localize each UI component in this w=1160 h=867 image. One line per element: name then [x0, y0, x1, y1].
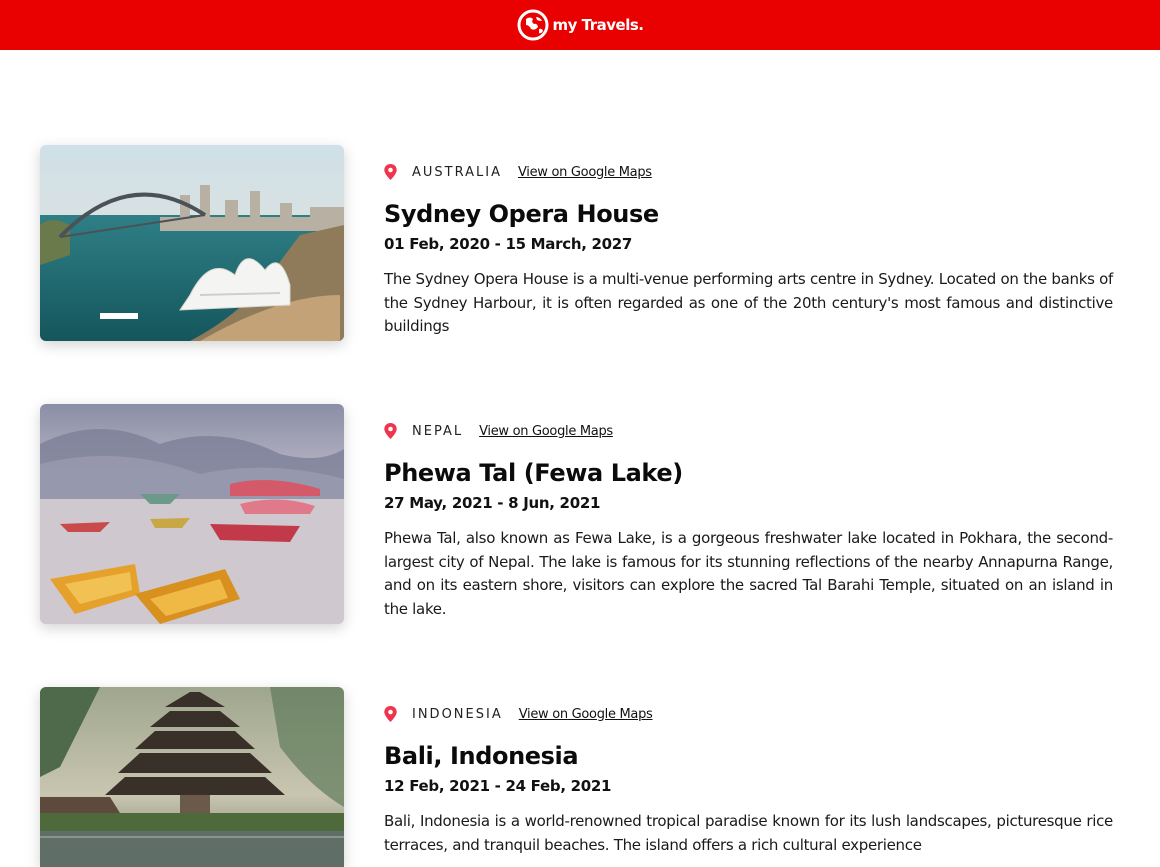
brand-name: my Travels.	[552, 16, 644, 34]
google-maps-link[interactable]: View on Google Maps	[519, 707, 653, 722]
google-maps-link[interactable]: View on Google Maps	[518, 165, 652, 180]
entry-info: NEPAL View on Google Maps Phewa Tal (Few…	[384, 421, 1113, 621]
top-header: my Travels.	[0, 0, 1160, 50]
travel-entry: NEPAL View on Google Maps Phewa Tal (Few…	[40, 404, 1120, 624]
entry-title: Phewa Tal (Fewa Lake)	[384, 459, 683, 487]
entry-description: Bali, Indonesia is a world-renowned trop…	[384, 812, 1113, 854]
entry-info: AUSTRALIA View on Google Maps Sydney Ope…	[384, 162, 1113, 339]
globe-icon	[517, 9, 549, 41]
entry-description: The Sydney Opera House is a multi-venue …	[384, 270, 1113, 335]
travel-entry: AUSTRALIA View on Google Maps Sydney Ope…	[40, 145, 1120, 341]
travel-entry: INDONESIA View on Google Maps Bali, Indo…	[40, 687, 1120, 867]
google-maps-link[interactable]: View on Google Maps	[479, 424, 613, 439]
sydney-opera-house-photo	[40, 145, 344, 341]
entry-title: Bali, Indonesia	[384, 742, 579, 770]
bali-temple-photo	[40, 687, 344, 867]
map-pin-icon	[384, 706, 397, 722]
fewa-lake-boats-photo	[40, 404, 344, 624]
country-label: NEPAL	[412, 423, 464, 439]
entry-dates: 12 Feb, 2021 - 24 Feb, 2021	[384, 777, 612, 795]
entry-dates: 27 May, 2021 - 8 Jun, 2021	[384, 494, 601, 512]
entry-dates: 01 Feb, 2020 - 15 March, 2027	[384, 235, 633, 253]
map-pin-icon	[384, 164, 397, 180]
location-row: AUSTRALIA View on Google Maps	[384, 162, 1113, 182]
location-row: INDONESIA View on Google Maps	[384, 704, 1113, 724]
brand[interactable]: my Travels.	[517, 9, 644, 41]
entry-description: Phewa Tal, also known as Fewa Lake, is a…	[384, 529, 1113, 618]
map-pin-icon	[384, 423, 397, 439]
entry-title: Sydney Opera House	[384, 200, 659, 228]
entry-info: INDONESIA View on Google Maps Bali, Indo…	[384, 704, 1113, 857]
location-row: NEPAL View on Google Maps	[384, 421, 1113, 441]
country-label: INDONESIA	[412, 706, 503, 722]
country-label: AUSTRALIA	[412, 164, 502, 180]
